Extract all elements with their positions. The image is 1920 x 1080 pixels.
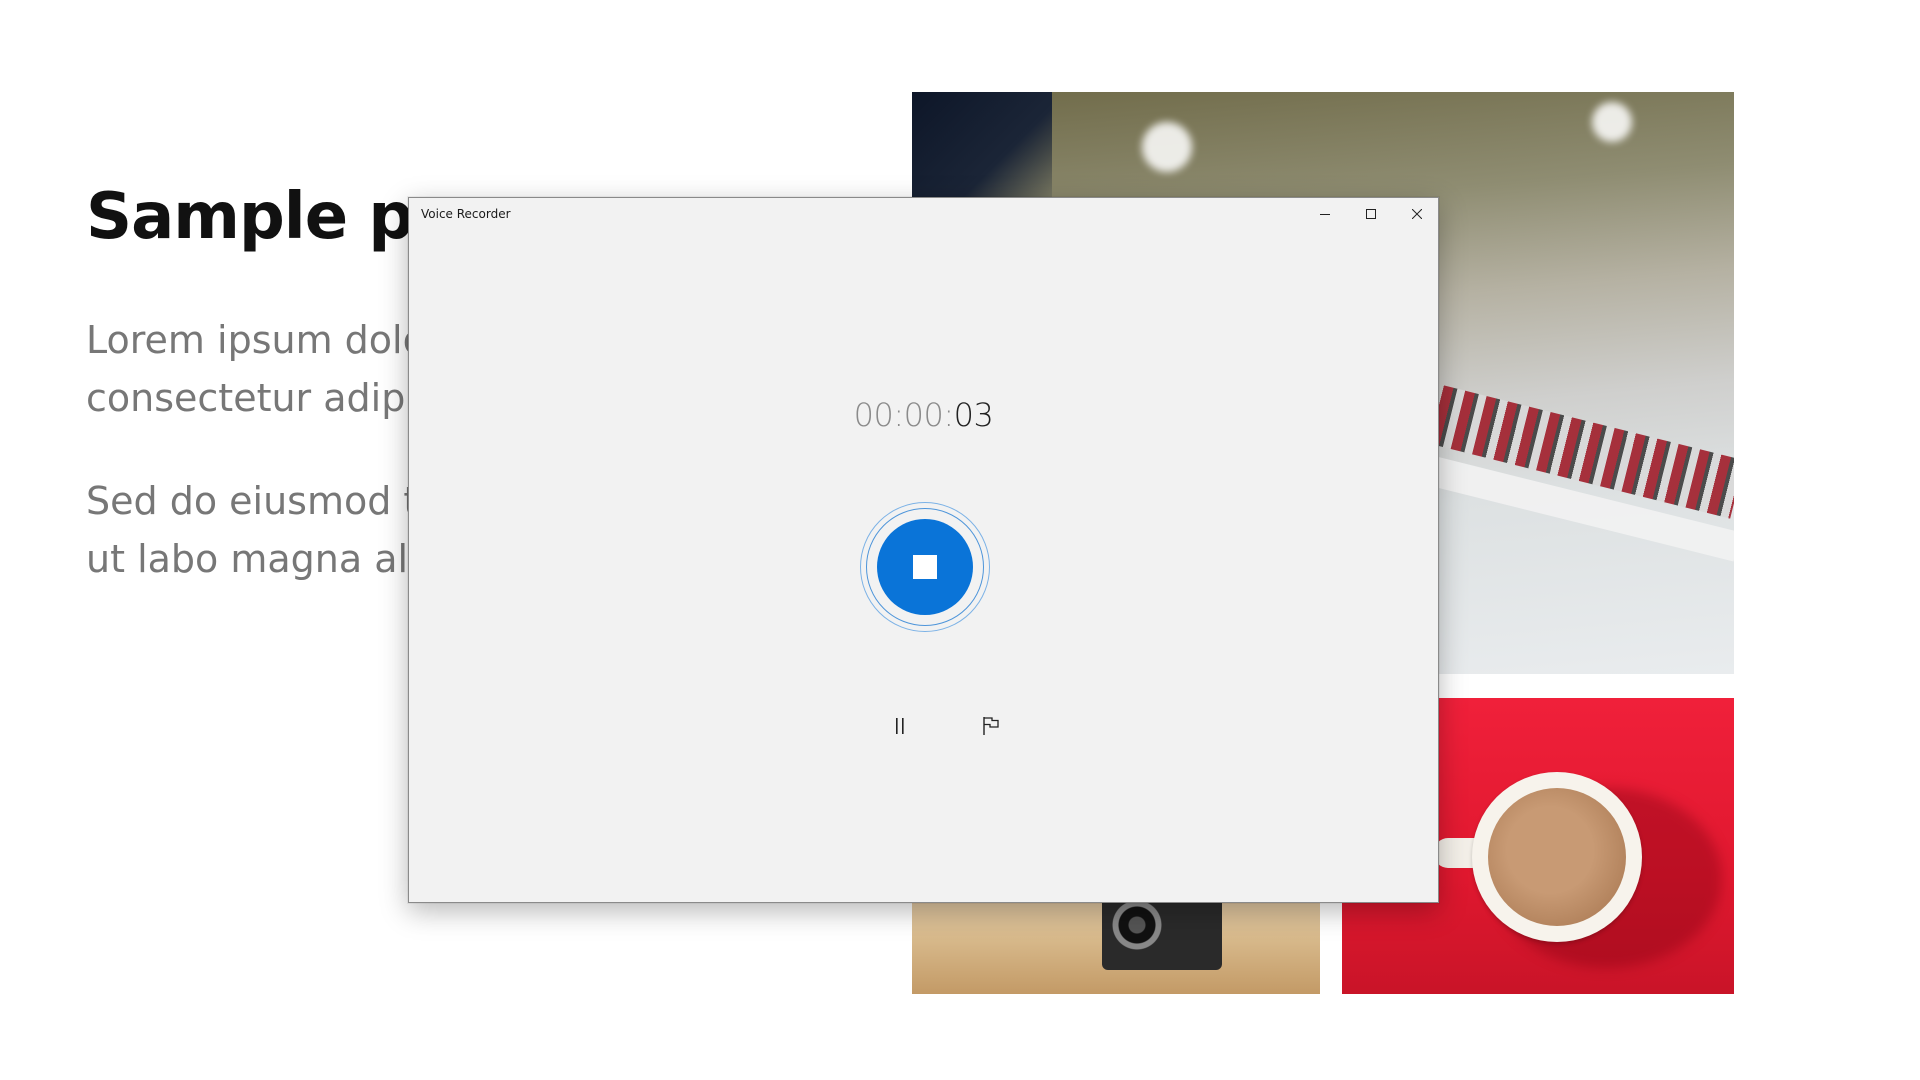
maximize-button[interactable] — [1348, 198, 1394, 230]
window-title: Voice Recorder — [421, 207, 511, 221]
stop-recording-button[interactable] — [860, 502, 990, 632]
voice-recorder-window: Voice Recorder 00:00:03 — [408, 197, 1439, 903]
stop-button-ring — [866, 508, 984, 626]
camera-lens — [1112, 900, 1162, 950]
recording-timer: 00:00:03 — [409, 396, 1438, 434]
mixer-photo-shadow — [912, 92, 1052, 212]
maximize-icon — [1366, 209, 1376, 219]
mixer-photo-light — [1592, 102, 1632, 142]
cup-coffee — [1488, 788, 1626, 926]
minimize-icon — [1320, 214, 1330, 215]
flag-icon — [983, 717, 999, 735]
close-button[interactable] — [1394, 198, 1440, 230]
stop-icon — [913, 555, 937, 579]
mixer-photo-light — [1142, 122, 1192, 172]
stop-button-fill — [877, 519, 973, 615]
add-marker-button[interactable] — [971, 706, 1011, 746]
close-icon — [1412, 209, 1422, 219]
timer-elapsed-prefix: 00:00: — [853, 396, 955, 434]
minimize-button[interactable] — [1302, 198, 1348, 230]
timer-elapsed-seconds: 03 — [953, 396, 994, 434]
pause-icon — [896, 718, 904, 734]
title-bar[interactable]: Voice Recorder — [409, 198, 1438, 230]
pause-recording-button[interactable] — [880, 706, 920, 746]
